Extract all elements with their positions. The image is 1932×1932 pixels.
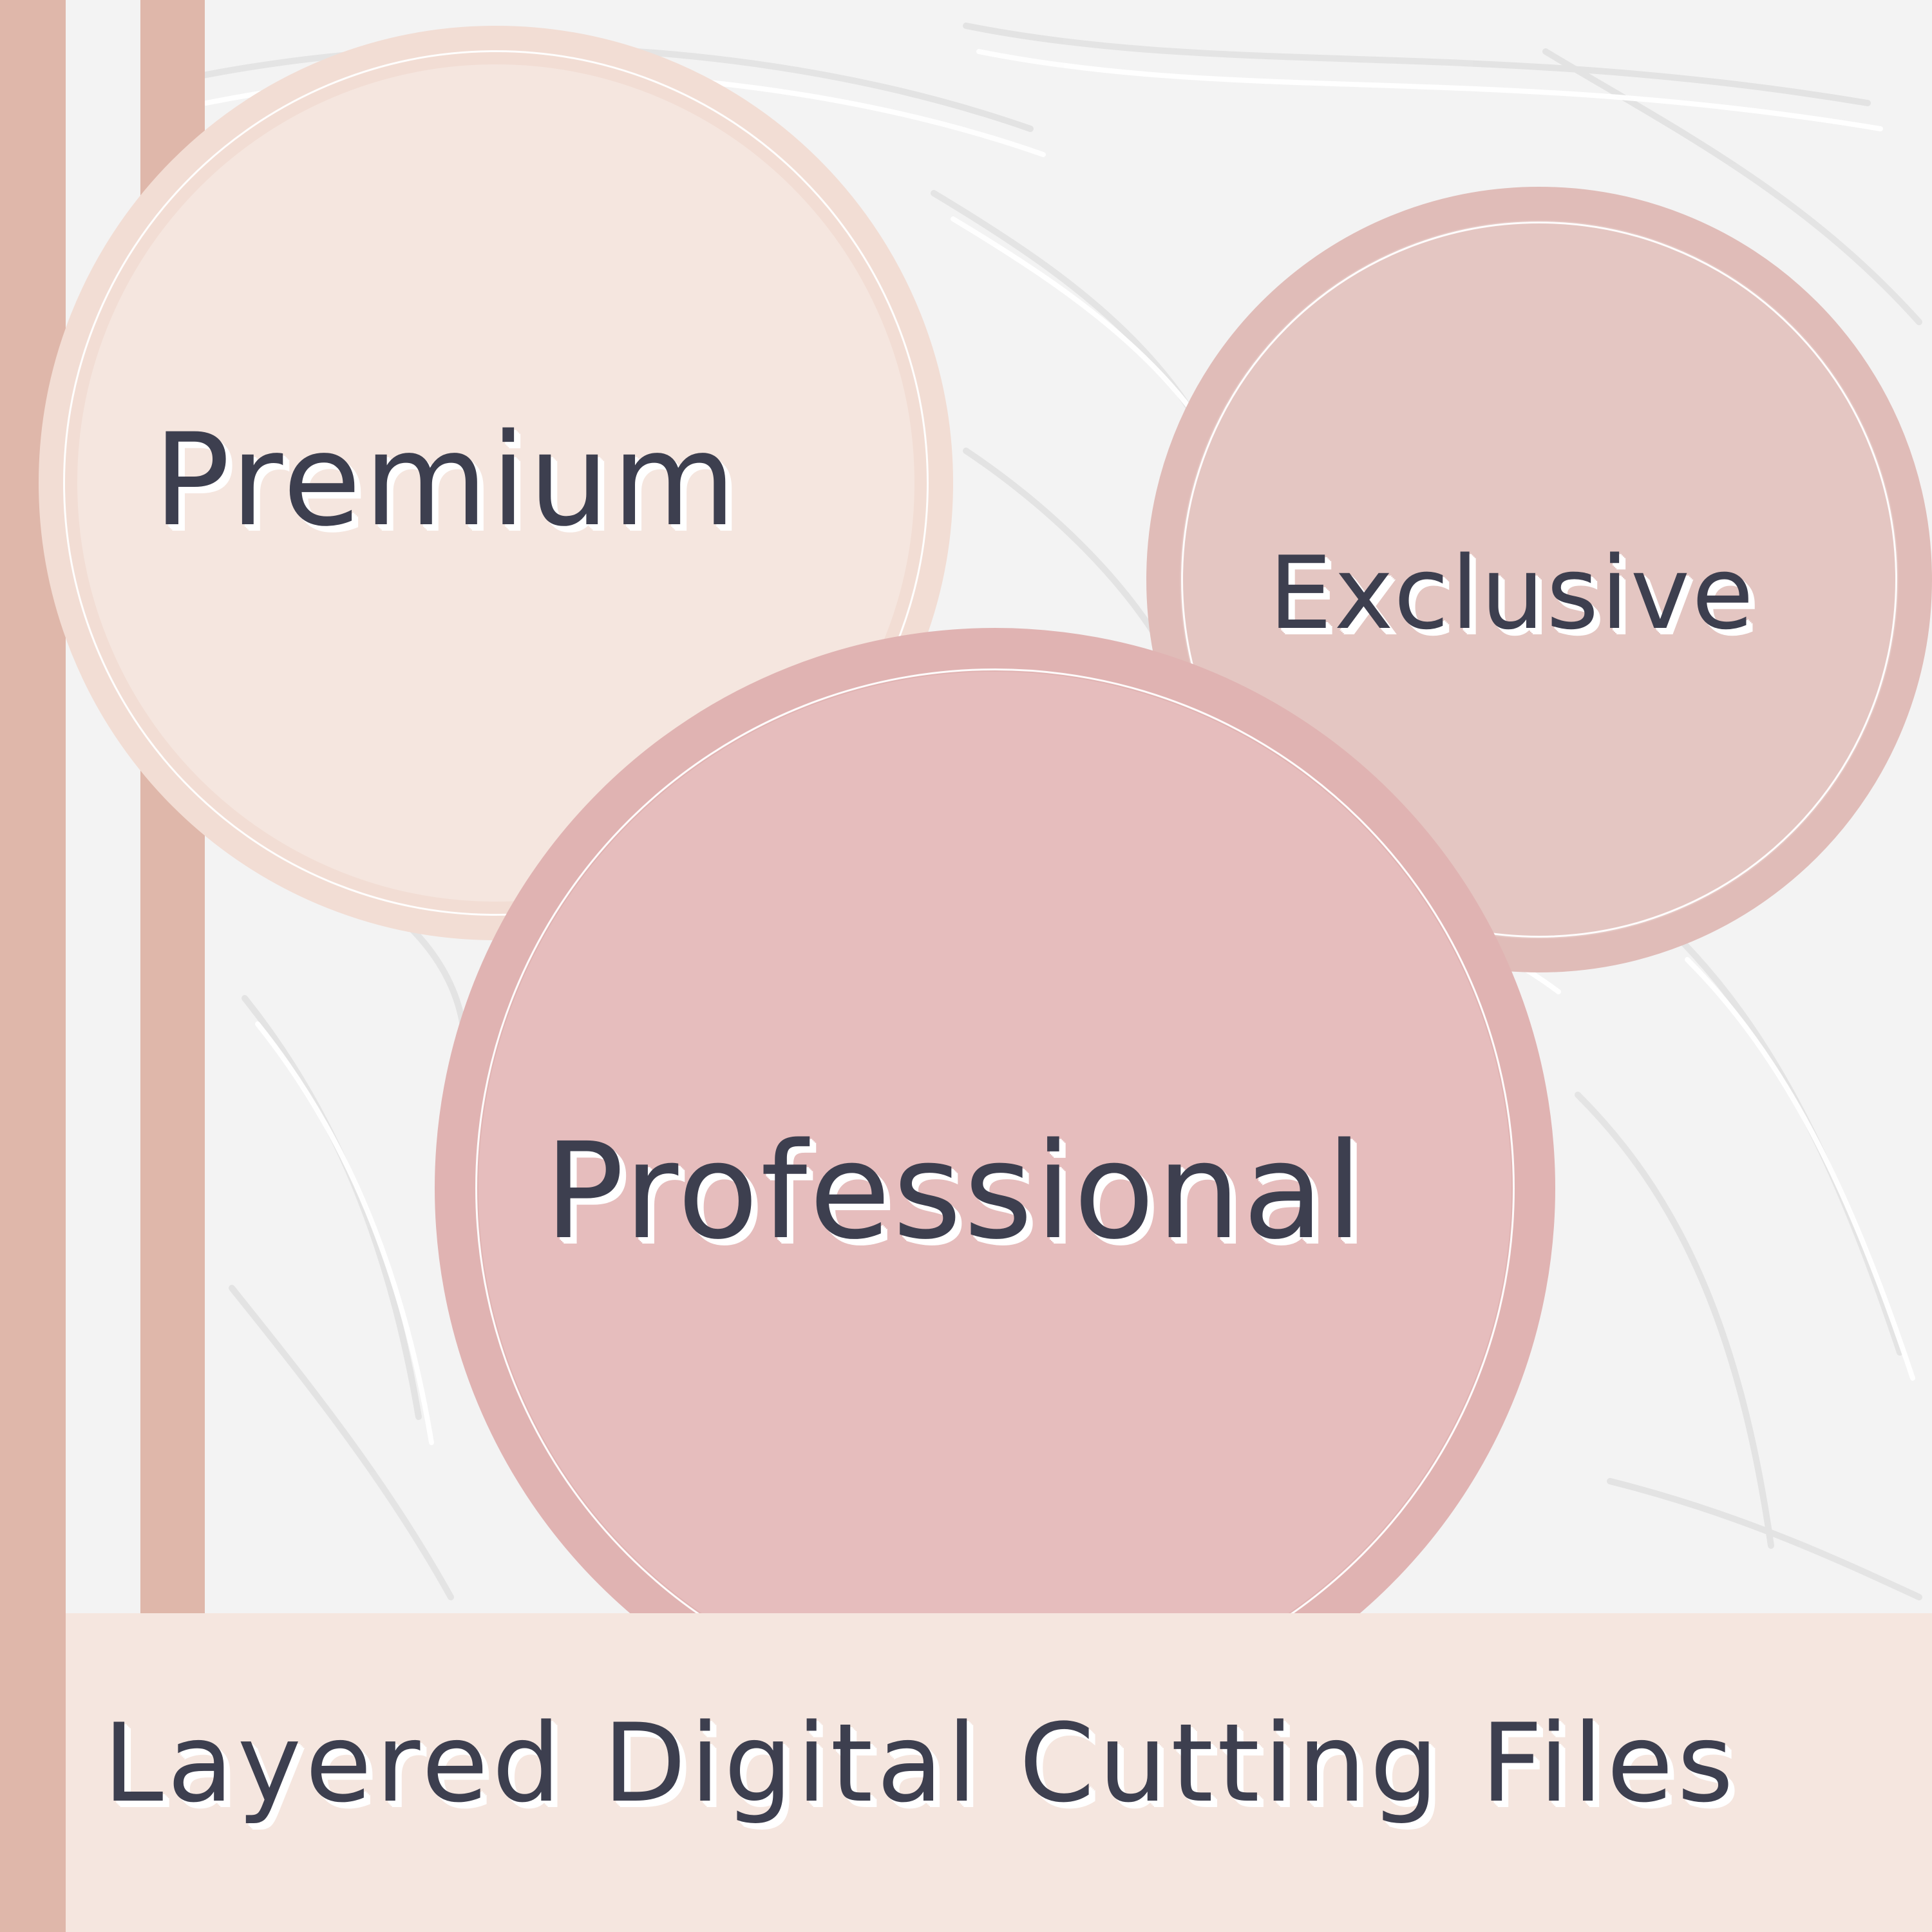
professional-label: Professional	[544, 1114, 1365, 1269]
footer-title: Layered Digital Cutting Files	[103, 1700, 1738, 1826]
vertical-stripe-outer	[0, 0, 66, 1932]
premium-label: Premium	[153, 406, 739, 554]
product-banner: Premium Exclusive Professional Layered D…	[0, 0, 1932, 1932]
exclusive-label: Exclusive	[1269, 535, 1756, 652]
